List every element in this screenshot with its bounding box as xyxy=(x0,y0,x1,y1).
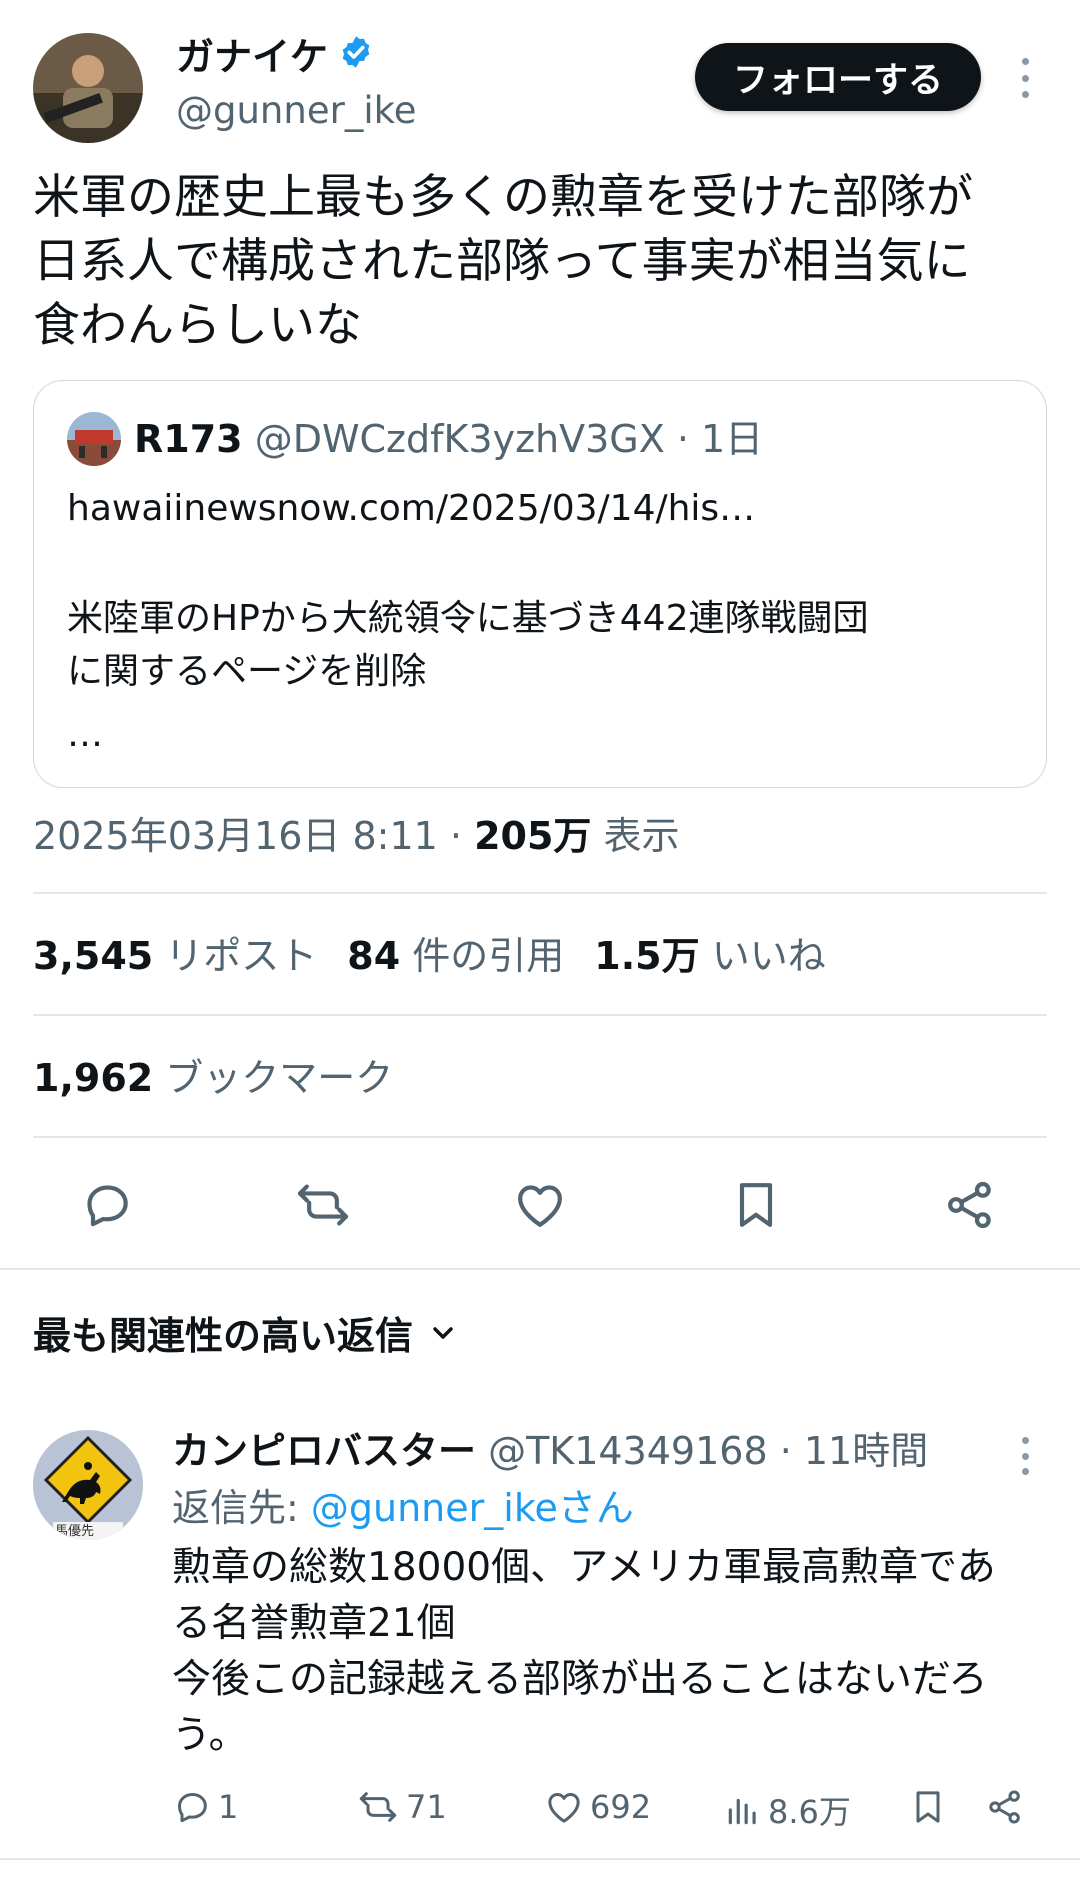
quoted-handle-time: @DWCzdfK3yzhV3GX · 1日 xyxy=(254,417,764,461)
author-name[interactable]: ガナイケ xyxy=(176,34,328,80)
reply-more-options-icon[interactable] xyxy=(1020,1437,1030,1475)
quoted-header: R173 @DWCzdfK3yzhV3GX · 1日 xyxy=(134,414,763,464)
reply-reply-button[interactable]: 1 xyxy=(172,1787,238,1827)
reply-text-line: る名誉勲章21個 xyxy=(172,1601,456,1646)
tweet-text-line: 米軍の歴史上最も多くの勲章を受けた部隊が xyxy=(33,170,973,225)
bookmark-icon[interactable] xyxy=(721,1170,791,1240)
reply-handle-time: @TK14349168 · 11時間 xyxy=(476,1429,929,1473)
like-icon[interactable] xyxy=(505,1170,575,1240)
engagement-stats: 3,545 リポスト 84 件の引用 1.5万 いいね xyxy=(33,930,826,982)
replies-section-title: 最も関連性の高い返信 xyxy=(33,1314,414,1358)
quoted-link[interactable]: hawaiinewsnow.com/2025/03/14/his… xyxy=(67,484,755,534)
follow-button[interactable]: フォローする xyxy=(695,43,981,111)
more-options-icon[interactable] xyxy=(1008,58,1042,98)
quotes-stat[interactable]: 84 件の引用 xyxy=(347,934,564,978)
reply-views-count: 8.6万 xyxy=(768,1793,851,1831)
author-handle[interactable]: @gunner_ike xyxy=(176,88,416,134)
views-icon xyxy=(728,1798,756,1825)
quoted-author-avatar xyxy=(67,412,121,466)
reply-text-line: 今後この記録越える部隊が出ることはないだろ xyxy=(172,1657,988,1702)
divider xyxy=(33,1136,1047,1138)
divider xyxy=(0,1268,1080,1270)
reply-reposts-count: 71 xyxy=(406,1788,447,1826)
chevron-down-icon xyxy=(427,1310,459,1362)
quoted-author-name: R173 xyxy=(134,417,243,461)
repost-icon[interactable] xyxy=(288,1170,358,1240)
reply-to-handle-link[interactable]: @gunner_ikeさん xyxy=(311,1486,634,1530)
reply-icon xyxy=(178,1793,207,1823)
reply-header: カンピロバスター @TK14349168 · 11時間 xyxy=(172,1425,928,1477)
reply-text-line: う。 xyxy=(172,1713,248,1758)
views-label: 表示 xyxy=(591,814,680,858)
tweet-action-bar xyxy=(0,1170,1080,1240)
tweet-timestamp[interactable]: 2025年03月16日 8:11 · xyxy=(33,814,474,858)
avatar-sign-text: 馬優先 xyxy=(55,1524,95,1539)
replies-sort-dropdown[interactable]: 最も関連性の高い返信 xyxy=(33,1310,459,1362)
divider xyxy=(0,1858,1080,1860)
divider xyxy=(33,1014,1047,1016)
share-icon[interactable] xyxy=(985,1787,1025,1827)
reply-like-button[interactable]: 692 xyxy=(544,1787,651,1827)
divider xyxy=(33,892,1047,894)
reply-author-avatar[interactable]: 馬優先 xyxy=(33,1430,143,1540)
quoted-text-ellipsis: … xyxy=(67,714,103,755)
likes-stat[interactable]: 1.5万 いいね xyxy=(594,934,825,978)
reply-text-line: 勲章の総数18000個、アメリカ軍最高勲章であ xyxy=(172,1545,996,1590)
repost-icon xyxy=(359,1792,397,1822)
verified-badge-icon xyxy=(338,34,374,80)
reply-to-line: 返信先: @gunner_ikeさん xyxy=(172,1486,634,1530)
quoted-text-line: 米陸軍のHPから大統領令に基づき442連隊戦闘団 xyxy=(67,598,869,639)
bookmarks-stat[interactable]: 1,962 ブックマーク xyxy=(33,1052,393,1104)
reply-likes-count: 692 xyxy=(590,1788,652,1826)
tweet-meta: 2025年03月16日 8:11 · 205万 表示 xyxy=(33,810,680,862)
reposts-stat[interactable]: 3,545 リポスト xyxy=(33,934,317,978)
quoted-text-line: に関するページを削除 xyxy=(67,651,427,692)
reply-text: 勲章の総数18000個、アメリカ軍最高勲章であ る名誉勲章21個 今後この記録越… xyxy=(172,1540,1052,1764)
author-name-row: ガナイケ xyxy=(176,34,374,80)
reply-author-name[interactable]: カンピロバスター xyxy=(172,1429,476,1473)
tweet-text-line: 日系人で構成された部隊って事実が相当気に xyxy=(33,234,971,289)
reply-views-button[interactable]: 8.6万 xyxy=(724,1787,851,1833)
tweet-text-line: 食わんらしいな xyxy=(33,298,362,353)
author-avatar[interactable] xyxy=(33,33,143,143)
bookmark-icon[interactable] xyxy=(908,1787,948,1827)
reply-replies-count: 1 xyxy=(218,1788,239,1826)
views-count: 205万 xyxy=(474,814,592,858)
tweet-text: 米軍の歴史上最も多くの勲章を受けた部隊が 日系人で構成された部隊って事実が相当気… xyxy=(33,166,1048,358)
share-icon[interactable] xyxy=(935,1170,1005,1240)
reply-repost-button[interactable]: 71 xyxy=(356,1787,447,1827)
reply-action-bar: 1 71 692 8.6万 xyxy=(0,1787,1080,1837)
reply-icon[interactable] xyxy=(72,1170,142,1240)
like-icon xyxy=(548,1793,580,1823)
